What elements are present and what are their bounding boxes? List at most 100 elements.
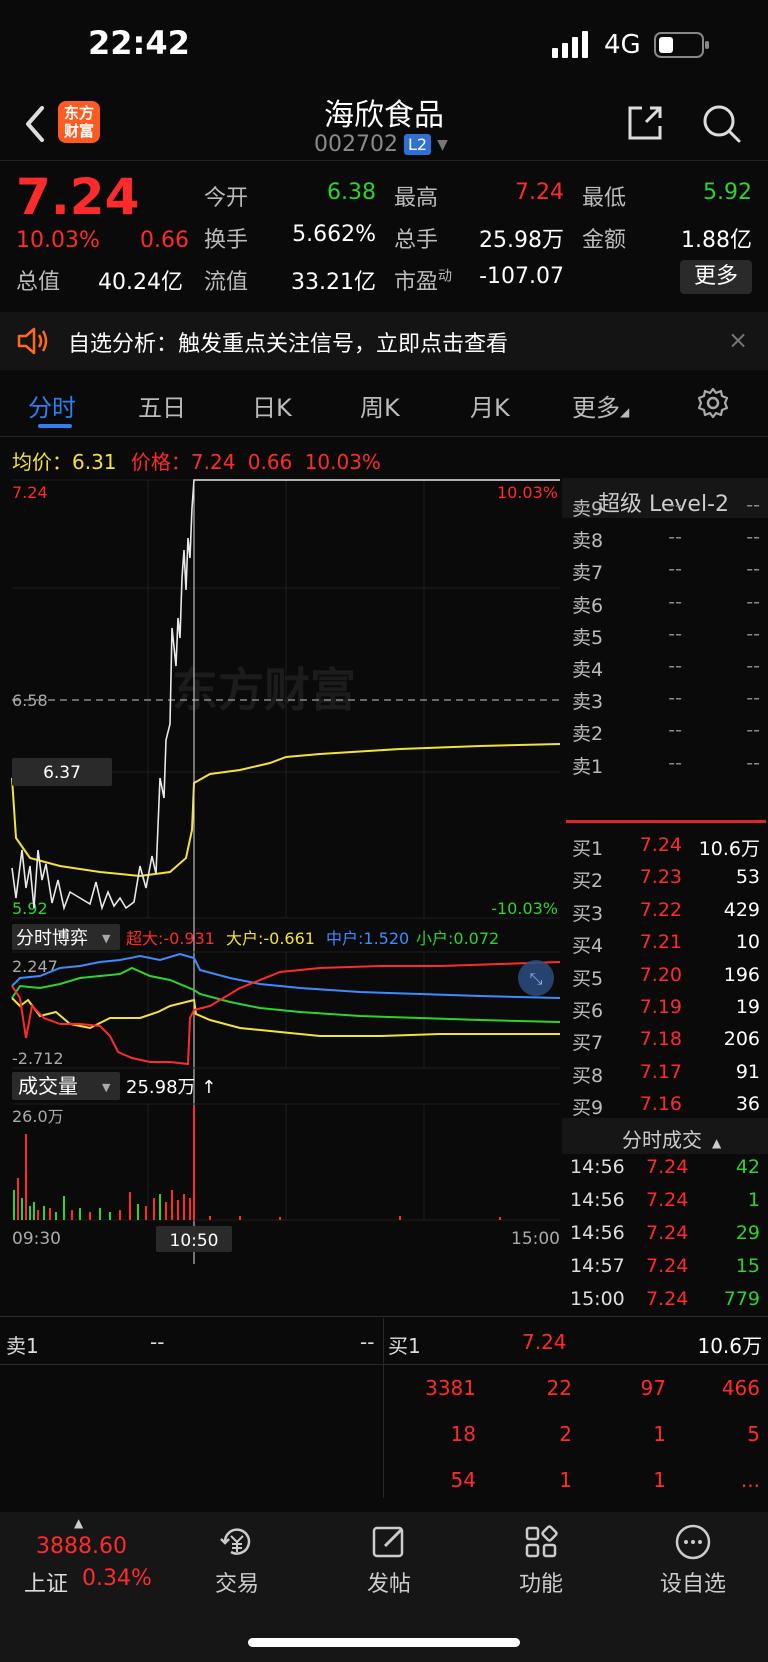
pe-label: 市盈动 — [394, 268, 453, 295]
intraday-chart[interactable]: 东方财富 7.24 10.03% 6.58 5.92 -10.03% 6.37 … — [0, 478, 562, 1314]
ask-row[interactable]: 卖2 -- -- — [570, 719, 760, 747]
nav-post[interactable]: 发帖 — [334, 1522, 444, 1598]
float-mv-label: 流值 — [204, 270, 249, 295]
ask-row[interactable]: 卖6 -- -- — [570, 591, 760, 619]
status-time: 22:42 — [88, 24, 190, 62]
ask-row[interactable]: 卖4 -- -- — [570, 655, 760, 683]
svg-text:⤡: ⤡ — [530, 969, 543, 988]
bottom-table-cell: 1 — [653, 1468, 666, 1492]
active-tab-indicator — [38, 424, 72, 428]
index-value[interactable]: 3888.60 — [36, 1534, 127, 1559]
more-dots-icon — [675, 1524, 711, 1560]
ask-volume: -- — [746, 622, 760, 645]
tab-weekly-k[interactable]: 周K — [360, 388, 400, 423]
volume-total: 25.98万 ↑ — [126, 1077, 216, 1098]
bottom-table-cell: 5 — [747, 1422, 760, 1446]
bid-row[interactable]: 买6 7.19 19 — [570, 996, 760, 1024]
change-percent: 10.03% — [16, 228, 100, 253]
last-price: 7.24 — [16, 168, 140, 226]
tab-intraday[interactable]: 分时 — [28, 388, 76, 423]
bid-price: 7.16 — [639, 1093, 682, 1116]
game-label: 分时博弈 — [16, 928, 88, 949]
close-icon[interactable]: × — [728, 326, 748, 354]
ask-price: -- — [668, 687, 682, 710]
bid-row[interactable]: 买7 7.18 206 — [570, 1028, 760, 1056]
tick-row: 14:56 7.24 42 — [570, 1156, 760, 1186]
stock-code-row[interactable]: 002702 L2 ▼ — [314, 132, 448, 157]
bid-price: 7.17 — [639, 1060, 682, 1083]
float-mv-value: 33.21亿 — [291, 270, 376, 295]
price-value: 7.24 — [190, 450, 236, 474]
bid-row[interactable]: 买2 7.23 53 — [570, 866, 760, 894]
tab-monthly-k[interactable]: 月K — [470, 388, 510, 423]
tab-more[interactable]: 更多◢ — [572, 388, 629, 423]
ask-volume: -- — [746, 558, 760, 581]
notice-text[interactable]: 自选分析：触发重点关注信号，立即点击查看 — [68, 326, 508, 358]
ask-name: 卖4 — [572, 659, 604, 681]
home-indicator[interactable] — [248, 1638, 520, 1647]
total-mv-label: 总值 — [16, 270, 61, 295]
ask-row[interactable]: 卖8 -- -- — [570, 526, 760, 554]
ask-price: -- — [668, 655, 682, 677]
cursor-price-label: 6.37 — [43, 763, 81, 783]
bottom-table-cell: 97 — [640, 1376, 666, 1400]
search-icon[interactable] — [700, 102, 742, 144]
bid-row[interactable]: 买4 7.21 10 — [570, 931, 760, 959]
ask-volume: -- — [746, 590, 760, 613]
bid-price: 7.21 — [639, 931, 682, 954]
tick-time: 14:56 — [570, 1189, 625, 1211]
index-pct[interactable]: 0.34% — [82, 1566, 152, 1591]
bid-name: 买8 — [572, 1064, 604, 1087]
share-icon[interactable] — [624, 102, 666, 144]
ask-row[interactable]: 卖9 -- -- — [570, 494, 760, 522]
bottom-table-cell: 1 — [653, 1422, 666, 1446]
ticks-title[interactable]: 分时成交 ▲ — [622, 1124, 721, 1153]
tick-volume: 779 — [723, 1288, 760, 1310]
volume-value: 25.98万 — [479, 228, 564, 253]
svg-text:▼: ▼ — [102, 1081, 111, 1094]
bid-row[interactable]: 买3 7.22 429 — [570, 899, 760, 927]
time-end: 15:00 — [511, 1229, 560, 1249]
network-type: 4G — [604, 30, 641, 60]
bid-row[interactable]: 买9 7.16 36 — [570, 1093, 760, 1121]
tab-five-day[interactable]: 五日 — [138, 388, 186, 423]
pct-value: 10.03% — [304, 450, 381, 474]
bid-name: 买3 — [572, 902, 604, 925]
bid-row[interactable]: 买8 7.17 91 — [570, 1061, 760, 1089]
high-label: 最高 — [394, 186, 439, 211]
bid-row[interactable]: 买5 7.20 196 — [570, 964, 760, 992]
ask-name: 卖7 — [572, 562, 604, 585]
ask-name: 卖3 — [572, 691, 604, 714]
tick-price: 7.24 — [646, 1189, 689, 1211]
more-button[interactable]: 更多 — [680, 260, 752, 294]
ask-price: -- — [668, 751, 682, 774]
bt-sell-vol: -- — [360, 1330, 375, 1354]
ask-row[interactable]: 卖3 -- -- — [570, 687, 760, 715]
nav-add-watchlist[interactable]: 设自选 — [638, 1522, 748, 1598]
ask-row[interactable]: 卖1 -- -- — [570, 752, 760, 780]
book-separator — [566, 820, 766, 823]
ask-price: -- — [668, 494, 682, 516]
nav-trade[interactable]: 交易 — [182, 1522, 292, 1598]
ask-row[interactable]: 卖5 -- -- — [570, 623, 760, 651]
signal-icon — [552, 31, 588, 58]
speaker-icon — [17, 327, 48, 355]
ask-row[interactable]: 卖7 -- -- — [570, 558, 760, 586]
edit-icon — [372, 1526, 404, 1558]
bid-row[interactable]: 买1 7.24 10.6万 — [570, 834, 760, 862]
chart-bottom-pct: -10.03% — [491, 899, 558, 918]
nav-add-watchlist-label: 设自选 — [659, 1572, 726, 1597]
gear-icon[interactable] — [696, 386, 730, 420]
tick-price: 7.24 — [646, 1288, 689, 1310]
tick-volume: 42 — [735, 1156, 760, 1178]
tab-daily-k[interactable]: 日K — [252, 388, 292, 423]
ask-price: -- — [668, 622, 682, 645]
ask-price: -- — [668, 526, 682, 549]
index-name[interactable]: 上证 — [24, 1566, 68, 1598]
tick-price: 7.24 — [646, 1156, 689, 1178]
bottom-table-cell: 18 — [450, 1422, 476, 1446]
caret-down-icon: ▼ — [437, 136, 448, 153]
game-max: 2.247 — [12, 957, 58, 976]
nav-functions[interactable]: 功能 — [486, 1522, 596, 1598]
volume-bars — [13, 1106, 501, 1220]
